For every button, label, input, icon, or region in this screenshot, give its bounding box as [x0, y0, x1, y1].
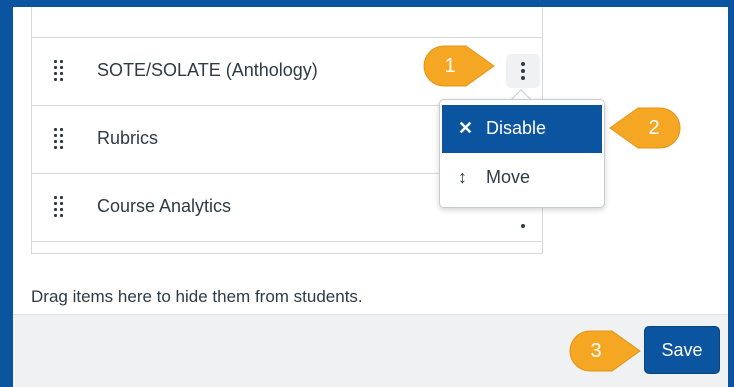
menu-item-move[interactable]: ↕ Move [442, 154, 602, 202]
callout-3: 3 [568, 329, 642, 373]
window-frame-top [0, 0, 734, 7]
close-icon: ✕ [458, 118, 474, 138]
item-options-button[interactable] [506, 54, 540, 88]
drag-handle-icon[interactable] [54, 60, 66, 82]
callout-number: 2 [648, 117, 660, 139]
nav-item-label: SOTE/SOLATE (Anthology) [97, 60, 318, 80]
window-frame-left [0, 0, 13, 387]
callout-number: 1 [444, 55, 456, 77]
callout-number: 3 [590, 340, 602, 362]
drag-handle-icon[interactable] [54, 196, 66, 218]
callout-1: 1 [422, 44, 496, 88]
drag-handle-icon[interactable] [54, 128, 66, 150]
options-menu: ✕ Disable ↕ Move [439, 99, 605, 208]
kebab-dot [521, 224, 525, 228]
kebab-dot [521, 76, 525, 80]
kebab-dot [521, 69, 525, 73]
nav-item-label: Rubrics [97, 128, 159, 148]
save-button[interactable]: Save [644, 326, 720, 374]
menu-item-label: Move [486, 167, 531, 187]
nav-item-partial [32, 241, 542, 253]
menu-item-disable[interactable]: ✕ Disable [442, 105, 602, 153]
move-vertical-icon: ↕ [458, 167, 467, 187]
window-frame-right [728, 0, 734, 387]
nav-item-label: Course Analytics [97, 196, 232, 216]
kebab-dot [521, 62, 525, 66]
menu-item-label: Disable [486, 118, 547, 138]
hidden-items-hint: Drag items here to hide them from studen… [31, 287, 363, 306]
callout-2: 2 [608, 106, 682, 150]
